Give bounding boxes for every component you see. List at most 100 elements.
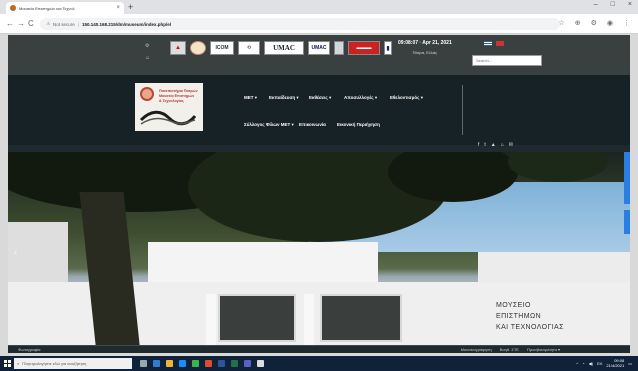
hero-pillar [206, 294, 216, 349]
taskbar-clock[interactable]: 09:08 21/4/2021 [606, 358, 624, 368]
menu-virtual-tour[interactable]: Εικονική Περιήγηση [337, 122, 380, 127]
search-icon: ⌕ [17, 361, 20, 366]
extensions-icon[interactable]: ⊕ [575, 19, 581, 28]
photo-caption: Φωτογραφία [18, 347, 41, 352]
security-label: Not secure [53, 21, 75, 27]
forward-icon[interactable]: → [17, 19, 25, 28]
edge-icon[interactable] [153, 360, 160, 367]
volume-icon[interactable]: ◀) [589, 361, 593, 366]
datetime-text: 09:08:07 · Apr 21, 2021 [398, 40, 452, 46]
menu-volunteering[interactable]: Εθελοντισμός ▾ [390, 95, 423, 101]
partner-logos: ▲ ICOM ⟲ UMAC UMAC ▬▬▬ ▮ [170, 41, 392, 55]
hero-pillar [304, 294, 314, 349]
hero-building-upper [148, 242, 378, 287]
window-controls: – □ × [594, 1, 632, 8]
bottom-link-1[interactable]: Μουσειογράφηση [461, 347, 492, 352]
user-icon[interactable]: ☺ [145, 55, 151, 61]
minimize-icon[interactable]: – [594, 1, 598, 8]
site-topbar: ⚙ ☺ ▲ ICOM ⟲ UMAC UMAC ▬▬▬ ▮ 09:08:07 · … [8, 35, 630, 75]
file-explorer-icon[interactable] [166, 360, 173, 367]
bottom-link-2[interactable]: Βοηθ. ΣΤΕ [500, 347, 519, 352]
bottom-link-accessibility[interactable]: Προσβασιμότητα ▾ [527, 347, 560, 352]
mail-icon[interactable] [179, 360, 186, 367]
site-favicon-icon [10, 5, 16, 11]
teams-icon[interactable] [244, 360, 251, 367]
instagram-icon[interactable]: ▲ [491, 142, 496, 148]
partner-logo-umac[interactable]: UMAC [264, 41, 304, 55]
settings-icon[interactable]: ⚙ [591, 19, 597, 28]
greek-flag-icon[interactable] [484, 41, 492, 46]
location-text: Πάτρα, Ελλάς [412, 50, 438, 55]
browser-tab[interactable]: Μουσείο Επιστημών και Τεχνολ × [6, 2, 124, 14]
site-search-input[interactable] [472, 55, 542, 66]
english-flag-icon[interactable] [496, 41, 504, 46]
museum-logo[interactable]: Πανεπιστήμιο Πατρών Μουσείο Επιστημών & … [135, 83, 203, 131]
menu-exhibitions[interactable]: Εκθέσεις ▾ [309, 95, 331, 101]
partner-logo-9[interactable]: ▮ [384, 41, 392, 55]
profile-icon[interactable]: ◉ [607, 19, 613, 28]
reload-icon[interactable]: C [28, 19, 34, 28]
windows-taskbar: ⌕ Πληκτρολογήστε εδώ για αναζήτηση ^ ◔ ◀… [0, 356, 638, 371]
browser-toolbar: ☆ ⊕ ⚙ ◉ ⋮ [558, 19, 630, 28]
start-button[interactable] [0, 357, 14, 371]
hero-entrance [218, 294, 296, 342]
menu-kebab-icon[interactable]: ⋮ [623, 19, 630, 28]
menu-education[interactable]: Εκπαίδευση ▾ [269, 95, 299, 101]
back-icon[interactable]: ← [6, 19, 14, 28]
facebook-icon[interactable]: f [478, 142, 479, 148]
hero-tree-canopy [508, 152, 608, 182]
app-icon[interactable] [257, 360, 264, 367]
chrome-icon[interactable] [192, 360, 199, 367]
excel-icon[interactable] [231, 360, 238, 367]
url-input[interactable]: ⚠ Not secure | 150.140.168.215/dm/museum… [40, 18, 560, 30]
maximize-icon[interactable]: □ [611, 1, 615, 8]
task-view-icon[interactable] [140, 360, 147, 367]
bookmark-star-icon[interactable]: ☆ [558, 19, 564, 28]
close-window-icon[interactable]: × [628, 1, 632, 8]
logo-swirl-icon [139, 110, 197, 126]
menu-friends-society[interactable]: Σύλλογος Φίλων ΜΕΤ ▾ [244, 122, 294, 128]
hero-slideshow-image[interactable]: ΜΟΥΣΕΙΟ ΕΠΙΣΤΗΜΩΝ ΚΑΙ ΤΕΧΝΟΛΟΓΙΑΣ ‹ [8, 152, 630, 353]
taskbar-search-input[interactable]: ⌕ Πληκτρολογήστε εδώ για αναζήτηση [14, 358, 132, 369]
taskbar-apps [140, 360, 264, 367]
menu-collections[interactable]: Αποσυλλογές ▾ [344, 95, 377, 101]
side-tab-share[interactable] [624, 210, 630, 234]
bottom-links: Μουσειογράφηση Βοηθ. ΣΤΕ Προσβασιμότητα … [461, 347, 560, 352]
social-links: f t ▲ ⌂ ✉ [478, 142, 513, 148]
windows-logo-icon [3, 360, 11, 367]
email-icon[interactable]: ✉ [509, 142, 513, 148]
system-tray: ^ ◔ ◀) ΕΛ 09:08 21/4/2021 ▭ [576, 358, 632, 368]
partner-logo-2[interactable] [190, 41, 206, 55]
input-language[interactable]: ΕΛ [597, 361, 602, 366]
header-divider [462, 85, 463, 135]
partner-logo-6[interactable]: UMAC [308, 41, 330, 55]
partner-logo-7[interactable] [334, 41, 344, 55]
side-tab-accessibility[interactable] [624, 152, 630, 204]
word-icon[interactable] [218, 360, 225, 367]
office-icon[interactable] [205, 360, 212, 367]
twitter-icon[interactable]: t [484, 142, 485, 148]
tab-title: Μουσείο Επιστημών και Τεχνολ [19, 5, 75, 11]
menu-contact[interactable]: Επικοινωνία [299, 122, 326, 127]
menu-met[interactable]: ΜΕΤ ▾ [244, 95, 257, 101]
home-icon[interactable]: ⌂ [501, 142, 504, 148]
slider-prev-icon[interactable]: ‹ [14, 247, 17, 258]
partner-logo-icom[interactable]: ICOM [210, 41, 234, 55]
partner-logo-8[interactable]: ▬▬▬ [348, 41, 380, 55]
not-secure-icon[interactable]: ⚠ [46, 21, 50, 27]
new-tab-button[interactable]: + [128, 2, 133, 12]
partner-logo-1[interactable]: ▲ [170, 41, 186, 55]
close-tab-icon[interactable]: × [116, 5, 120, 11]
address-bar-row: ← → C ⚠ Not secure | 150.140.168.215/dm/… [0, 14, 638, 34]
network-icon[interactable]: ◔ [582, 361, 584, 366]
login-icon[interactable]: ⚙ [145, 43, 151, 49]
tray-chevron-icon[interactable]: ^ [576, 361, 578, 366]
museum-sign: ΜΟΥΣΕΙΟ ΕΠΙΣΤΗΜΩΝ ΚΑΙ ΤΕΧΝΟΛΟΓΙΑΣ [496, 302, 564, 331]
language-switcher [484, 41, 504, 46]
notifications-icon[interactable]: ▭ [628, 361, 632, 366]
university-seal-icon [140, 87, 154, 101]
url-text: 150.140.168.215/dm/museum/index.php/el [81, 21, 172, 27]
website-viewport: ⚙ ☺ ▲ ICOM ⟲ UMAC UMAC ▬▬▬ ▮ 09:08:07 · … [8, 35, 630, 353]
partner-logo-4[interactable]: ⟲ [238, 41, 260, 55]
site-header: Πανεπιστήμιο Πατρών Μουσείο Επιστημών & … [8, 75, 630, 145]
